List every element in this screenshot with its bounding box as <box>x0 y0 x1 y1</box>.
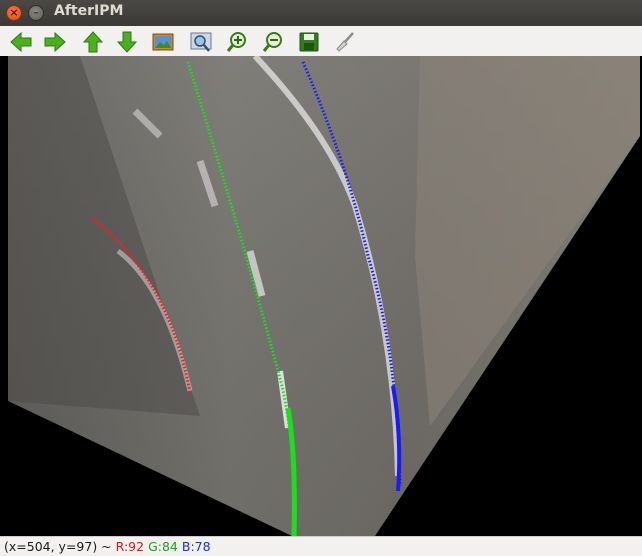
zoom-original-button[interactable] <box>150 29 176 55</box>
close-icon: × <box>9 6 19 19</box>
zoom-out-icon <box>262 32 282 52</box>
arrow-left-icon <box>10 31 32 53</box>
zoom-fit-button[interactable] <box>188 29 214 55</box>
image-icon <box>152 33 174 51</box>
zoom-in-icon <box>226 32 246 52</box>
blue-value: B:78 <box>181 539 211 554</box>
green-value: G:84 <box>148 539 178 554</box>
app-window: × – AfterIPM (x=504, y=97) ~ R:92 G:84 B… <box>0 0 642 556</box>
pixel-readout: (x=504, y=97) ~ R:92 G:84 B:78 <box>4 539 211 554</box>
window-title: AfterIPM <box>54 3 124 19</box>
minimize-icon: – <box>33 6 39 19</box>
minimize-button[interactable]: – <box>28 5 44 21</box>
arrow-down-icon <box>116 31 138 53</box>
zoom-fit-icon <box>190 32 212 52</box>
zoom-in-button[interactable] <box>224 29 250 55</box>
ipm-image <box>0 56 642 536</box>
brush-icon <box>336 32 354 52</box>
status-bar: (x=504, y=97) ~ R:92 G:84 B:78 <box>0 536 642 556</box>
properties-button[interactable] <box>332 29 358 55</box>
zoom-out-button[interactable] <box>260 29 286 55</box>
save-button[interactable] <box>296 29 322 55</box>
image-viewport[interactable] <box>0 56 642 536</box>
save-icon <box>299 32 319 52</box>
red-value: R:92 <box>115 539 145 554</box>
title-bar: × – AfterIPM <box>0 0 642 27</box>
arrow-right-icon <box>44 31 66 53</box>
pan-up-button[interactable] <box>80 29 106 55</box>
pan-right-button[interactable] <box>42 29 68 55</box>
toolbar <box>0 26 642 57</box>
arrow-up-icon <box>82 31 104 53</box>
close-button[interactable]: × <box>6 5 22 21</box>
pan-down-button[interactable] <box>114 29 140 55</box>
cursor-coordinates: (x=504, y=97) ~ <box>4 539 112 554</box>
pan-left-button[interactable] <box>8 29 34 55</box>
